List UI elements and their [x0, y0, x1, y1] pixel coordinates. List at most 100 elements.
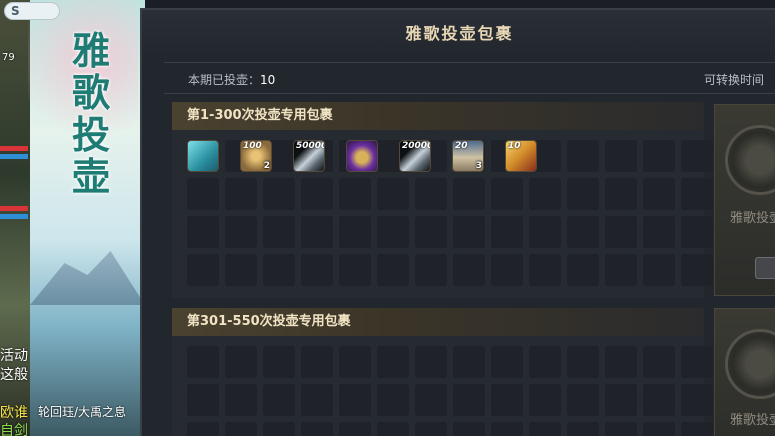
inventory-slot[interactable] [377, 384, 409, 416]
inventory-slot[interactable] [301, 422, 333, 436]
side-card-1[interactable]: 雅歌投壶 [714, 104, 775, 296]
inventory-slot[interactable] [605, 254, 637, 286]
inventory-slot[interactable] [415, 178, 447, 210]
inventory-slot[interactable] [529, 422, 561, 436]
inventory-slot[interactable] [263, 384, 295, 416]
inventory-slot[interactable] [529, 346, 561, 378]
inventory-slot[interactable] [453, 216, 485, 248]
inventory-slot[interactable] [491, 422, 523, 436]
inventory-slot[interactable] [567, 140, 599, 172]
inventory-slot[interactable] [377, 254, 409, 286]
inventory-slot[interactable] [187, 384, 219, 416]
inventory-slot[interactable] [643, 422, 675, 436]
side-card-button-1[interactable] [755, 257, 775, 279]
inventory-slot[interactable] [339, 254, 371, 286]
inventory-slot[interactable] [567, 178, 599, 210]
inventory-slot[interactable] [225, 346, 257, 378]
inventory-slot[interactable] [491, 216, 523, 248]
inventory-slot[interactable] [491, 178, 523, 210]
inventory-slot[interactable] [567, 254, 599, 286]
inventory-slot[interactable] [529, 384, 561, 416]
side-card-2[interactable]: 雅歌投壶 [714, 308, 775, 436]
inventory-slot[interactable] [263, 216, 295, 248]
gold-coin-icon[interactable]: 100 2 [240, 140, 272, 172]
inventory-slot[interactable] [301, 178, 333, 210]
inventory-slot[interactable] [301, 346, 333, 378]
inventory-slot[interactable] [415, 346, 447, 378]
inventory-slot[interactable] [681, 216, 713, 248]
inventory-slot[interactable] [415, 216, 447, 248]
inventory-slot[interactable] [263, 346, 295, 378]
inventory-slot[interactable] [187, 254, 219, 286]
inventory-slot[interactable] [453, 346, 485, 378]
inventory-slot[interactable] [643, 140, 675, 172]
inventory-slot[interactable] [187, 216, 219, 248]
silver-bar-icon[interactable]: 20000 [399, 140, 431, 172]
inventory-slot[interactable] [225, 384, 257, 416]
inventory-slot[interactable] [605, 346, 637, 378]
inventory-slot[interactable] [453, 422, 485, 436]
inventory-slot[interactable] [605, 140, 637, 172]
silver-bar-icon[interactable]: 50000 [293, 140, 325, 172]
inventory-slot[interactable] [263, 178, 295, 210]
inventory-slot[interactable] [301, 254, 333, 286]
inventory-slot[interactable] [605, 422, 637, 436]
inventory-slot[interactable] [681, 178, 713, 210]
inventory-slot[interactable] [339, 178, 371, 210]
inventory-slot[interactable] [263, 254, 295, 286]
inventory-slot[interactable] [339, 216, 371, 248]
inventory-slot[interactable] [225, 178, 257, 210]
inventory-slot[interactable] [263, 422, 295, 436]
inventory-slot[interactable] [681, 384, 713, 416]
inventory-slot[interactable] [339, 384, 371, 416]
inventory-slot[interactable] [643, 346, 675, 378]
inventory-slot[interactable] [681, 346, 713, 378]
throw-count-label: 本期已投壶： [188, 73, 261, 87]
inventory-slot[interactable] [605, 384, 637, 416]
scroll-map-icon[interactable]: 20 3 [452, 140, 484, 172]
inventory-slot[interactable] [681, 422, 713, 436]
inventory-slot[interactable] [567, 384, 599, 416]
inventory-slot[interactable] [187, 178, 219, 210]
inventory-slot[interactable] [301, 384, 333, 416]
inventory-slot[interactable] [339, 346, 371, 378]
inventory-slot[interactable] [643, 178, 675, 210]
inventory-slot[interactable] [301, 216, 333, 248]
inventory-slot[interactable] [415, 384, 447, 416]
inventory-slot[interactable] [643, 216, 675, 248]
inventory-slot[interactable] [377, 346, 409, 378]
top-badge[interactable]: S [4, 2, 60, 20]
inventory-slot[interactable] [643, 384, 675, 416]
inventory-slot[interactable] [453, 254, 485, 286]
inventory-slot[interactable] [225, 216, 257, 248]
inventory-slot[interactable] [339, 422, 371, 436]
inventory-slot[interactable] [491, 384, 523, 416]
inventory-slot[interactable] [415, 254, 447, 286]
inventory-slot[interactable] [187, 346, 219, 378]
inventory-slot[interactable] [491, 346, 523, 378]
inventory-slot[interactable] [567, 346, 599, 378]
inventory-slot[interactable] [415, 422, 447, 436]
cyan-crystal-icon[interactable] [187, 140, 219, 172]
inventory-slot[interactable] [567, 422, 599, 436]
inventory-slot[interactable] [529, 254, 561, 286]
inventory-slot[interactable] [529, 216, 561, 248]
inventory-slot[interactable] [681, 254, 713, 286]
inventory-slot[interactable] [377, 216, 409, 248]
inventory-slot[interactable] [681, 140, 713, 172]
inventory-slot[interactable] [643, 254, 675, 286]
inventory-slot[interactable] [377, 422, 409, 436]
inventory-slot[interactable] [187, 422, 219, 436]
treasure-bag-icon[interactable] [346, 140, 378, 172]
inventory-slot[interactable] [225, 422, 257, 436]
inventory-slot[interactable] [529, 178, 561, 210]
inventory-slot[interactable] [453, 384, 485, 416]
gold-ingot-icon[interactable]: 10 [505, 140, 537, 172]
inventory-slot[interactable] [453, 178, 485, 210]
inventory-slot[interactable] [605, 178, 637, 210]
inventory-slot[interactable] [605, 216, 637, 248]
inventory-slot[interactable] [225, 254, 257, 286]
inventory-slot[interactable] [377, 178, 409, 210]
inventory-slot[interactable] [491, 254, 523, 286]
inventory-slot[interactable] [567, 216, 599, 248]
